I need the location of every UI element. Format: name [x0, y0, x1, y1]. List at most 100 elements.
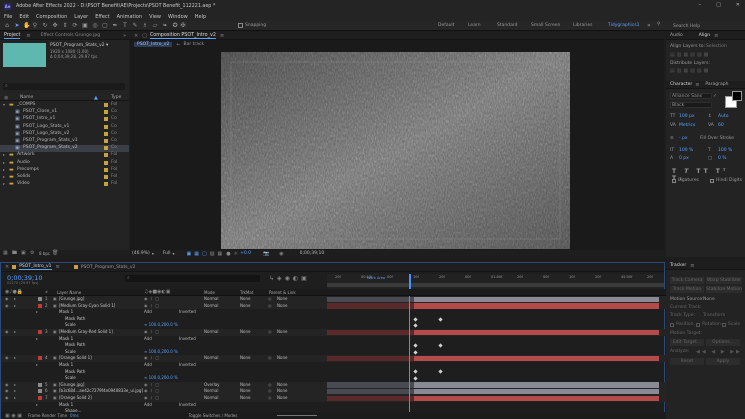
scale-checkbox[interactable] [722, 323, 726, 327]
property-name[interactable]: Mask 1 [59, 402, 73, 407]
layer-name[interactable]: [Orange Solid 2] [59, 395, 92, 400]
label-swatch[interactable] [104, 117, 108, 122]
search-help-icon[interactable]: ⚲ [657, 22, 660, 27]
twirl-icon[interactable]: ▸ [14, 355, 16, 360]
tab-timeline-intro[interactable]: PSOT_Intro_v1 [19, 264, 52, 270]
col-mode[interactable]: Mode [204, 290, 215, 295]
layer-duration-bar-pre[interactable] [327, 355, 414, 362]
layer-switches[interactable]: ◉ ∕ ▢ [144, 329, 160, 334]
menu-edit[interactable]: Edit [19, 14, 29, 20]
twirl-icon[interactable]: ▸ [36, 362, 38, 367]
comp-timecode[interactable]: 0;00;39;10 [300, 251, 325, 256]
menu-file[interactable]: File [4, 14, 12, 20]
label-swatch[interactable] [104, 182, 108, 187]
label-swatch[interactable] [104, 167, 108, 172]
stroke-width-value[interactable]: - px [679, 136, 688, 141]
camera-tool-icon[interactable]: ▣ [82, 23, 88, 29]
twirl-closed-icon[interactable]: ▸ [3, 167, 5, 172]
parent-dropdown[interactable]: None [277, 382, 287, 387]
workspace-small-screen[interactable]: Small Screen [531, 23, 560, 28]
property-row[interactable]: Scale ∞ 100.0,200.0 % [1, 375, 666, 382]
reset-button[interactable]: Reset [670, 358, 704, 365]
baseline-shift-value[interactable]: 0 px [679, 156, 689, 161]
track-type-dropdown[interactable]: Transform [703, 313, 725, 318]
character-menu-icon[interactable]: ≡ [695, 82, 699, 88]
keyframe[interactable] [413, 369, 418, 375]
col-name[interactable]: Name [20, 95, 33, 100]
exposure-icon[interactable]: ☼ [234, 251, 238, 257]
rotation-checkbox[interactable] [696, 323, 700, 327]
keyframe[interactable] [413, 349, 418, 355]
project-item[interactable]: ▸ ▬ Video Fol [0, 181, 129, 188]
parent-dropdown[interactable]: None [277, 296, 287, 301]
label-swatch[interactable] [104, 131, 108, 136]
blend-mode-dropdown[interactable]: Normal [204, 388, 218, 393]
visibility-eye-icon[interactable]: ◉ [5, 355, 9, 360]
col-parent[interactable]: Parent & Link [269, 290, 296, 295]
project-item[interactable]: ▾ ▬ _COMPS Fol [0, 102, 129, 109]
label-swatch[interactable] [104, 153, 108, 158]
property-value[interactable]: ∞ 100.0,200.0 % [144, 322, 178, 327]
transparency-grid-icon[interactable]: ▦ [194, 251, 199, 257]
project-settings-icon[interactable]: ⚙ [30, 250, 34, 256]
snapshot-icon[interactable]: 📷 [263, 251, 269, 257]
layer-name[interactable]: [Medium Gray-Red Solid 1] [59, 329, 113, 334]
property-value[interactable]: ∞ 100.0,200.0 % [144, 349, 178, 354]
mask-inverted-label[interactable]: Inverted [179, 309, 196, 314]
mask-visibility-icon[interactable]: ▢ [202, 251, 207, 257]
layer-duration-bar[interactable] [414, 329, 659, 335]
label-swatch[interactable] [104, 103, 108, 107]
keyframe[interactable] [413, 343, 418, 348]
blend-mode-dropdown[interactable]: Normal [204, 355, 218, 360]
dolly-tool-icon[interactable]: ⇕ [62, 23, 68, 29]
comp-flowchart-label[interactable]: Bar track [184, 42, 205, 47]
keyframe[interactable] [413, 376, 418, 381]
puppet-tool-icon[interactable]: ✪ [172, 23, 178, 29]
mask-mode-dropdown[interactable]: Add [144, 402, 152, 407]
delete-icon[interactable]: 🗑 [52, 250, 58, 256]
layer-label-swatch[interactable] [38, 303, 42, 308]
channel-icon[interactable]: ● [226, 251, 230, 257]
twirl-icon[interactable]: ▸ [14, 329, 16, 334]
twirl-closed-icon[interactable]: ▸ [3, 181, 5, 186]
align-buttons[interactable]: ▤▥▦▧▨▩ [670, 52, 742, 58]
parent-pickwhip-icon[interactable]: ◎ [268, 303, 272, 308]
motion-source-dropdown[interactable]: None [703, 297, 715, 302]
twirl-icon[interactable]: ▸ [36, 336, 38, 341]
comp-subtab[interactable]: PSOT_Intro_v2 [134, 42, 173, 47]
show-snapshot-icon[interactable]: ◉ [279, 251, 283, 257]
tab-timeline-program-stats[interactable]: PSOT_Program_Stats_v2 [81, 265, 136, 270]
workspace-tidygraphics[interactable]: Tidygraphics1 [608, 23, 640, 28]
visibility-eye-icon[interactable]: ◉ [5, 296, 9, 301]
layer-switches[interactable]: ◉ ∕ ▢ [144, 296, 160, 301]
visibility-eye-icon[interactable]: ◉ [5, 329, 9, 334]
bpc-label[interactable]: 8 bpc [39, 251, 50, 256]
hand-tool-icon[interactable]: ✋ [23, 23, 30, 29]
label-swatch[interactable] [104, 160, 108, 165]
trkmat-dropdown[interactable]: None [240, 296, 250, 301]
layer-name[interactable]: [Medium Gray-Cyan Solid 1] [59, 303, 115, 308]
parent-dropdown[interactable]: None [277, 329, 287, 334]
layer-switches[interactable]: ◉ ∕ ▢ [144, 395, 160, 400]
ligatures-checkbox[interactable] [672, 179, 676, 183]
menu-window[interactable]: Window [168, 14, 188, 20]
pin-tool-icon[interactable]: ✠ [180, 23, 186, 29]
mask-mode-dropdown[interactable]: Add [144, 309, 152, 314]
layer-duration-bar-pre[interactable] [327, 303, 414, 309]
distribute-buttons[interactable]: ▤▥▦▧▨▩ [670, 68, 742, 74]
minimize-icon[interactable]: – [699, 2, 702, 8]
layer-duration-bar-pre[interactable] [327, 296, 414, 302]
align-menu-icon[interactable]: ≡ [714, 33, 718, 39]
property-row[interactable]: ▸ Mask 1 Add Inverted [1, 402, 666, 409]
property-row[interactable]: Scale ∞ 100.0,200.0 % [1, 322, 666, 329]
keyframe[interactable] [413, 323, 418, 328]
mask-inverted-label[interactable]: Inverted [179, 402, 196, 407]
layer-label-swatch[interactable] [38, 330, 42, 334]
search-help-input[interactable]: Search Help [673, 23, 741, 29]
tab-effect-controls[interactable]: Effect Controls Grunge.jpg [41, 33, 100, 38]
layer-name[interactable]: [Grunge.jpg] [59, 296, 84, 301]
property-name[interactable]: Mask Path [65, 369, 85, 374]
visibility-eye-icon[interactable]: ◉ [5, 382, 9, 387]
interpret-footage-icon[interactable]: ▦ [3, 250, 8, 256]
twirl-closed-icon[interactable]: ▸ [3, 152, 5, 157]
